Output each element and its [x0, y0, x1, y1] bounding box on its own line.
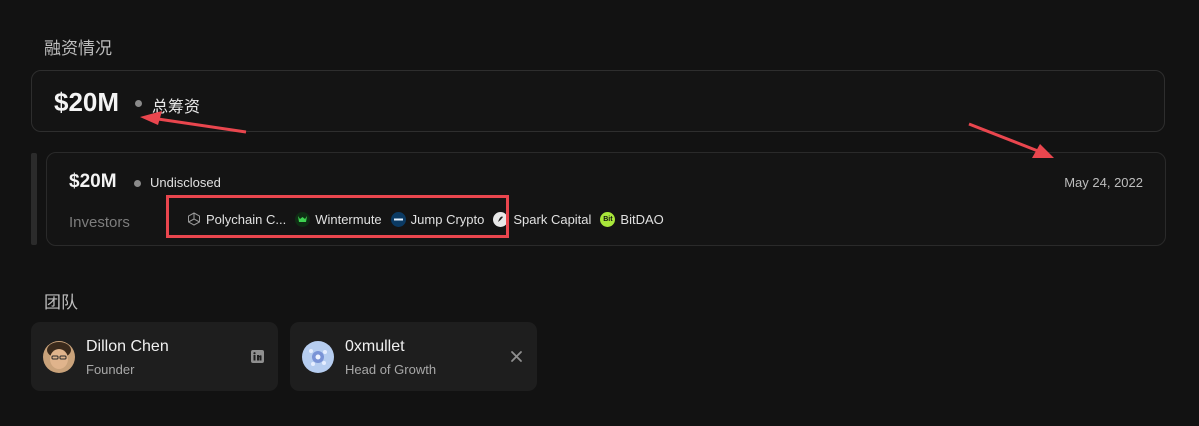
- investor-name: BitDAO: [620, 211, 664, 227]
- investor-polychain[interactable]: Polychain C...: [186, 212, 286, 227]
- spark-capital-icon: [493, 211, 509, 227]
- investor-wintermute[interactable]: Wintermute: [295, 211, 382, 227]
- investors-label: Investors: [69, 214, 130, 231]
- jump-crypto-icon: [390, 211, 406, 227]
- team-member-card[interactable]: Dillon Chen Founder: [31, 322, 278, 391]
- round-amount: $20M: [69, 171, 117, 192]
- polychain-icon: [186, 212, 201, 227]
- funding-round-card[interactable]: $20M Undisclosed May 24, 2022 Investors …: [46, 152, 1166, 246]
- investor-name: Polychain C...: [206, 211, 287, 227]
- bitdao-icon-text: Bit: [603, 215, 613, 223]
- investor-spark-capital[interactable]: Spark Capital: [493, 211, 592, 227]
- investor-bitdao[interactable]: Bit BitDAO: [600, 211, 664, 227]
- member-name: Dillon Chen: [86, 338, 169, 355]
- member-role: Head of Growth: [345, 362, 437, 377]
- round-accent-bar: [31, 153, 37, 245]
- investor-list: Polychain C... Wintermute Jump Crypto Sp…: [186, 209, 667, 229]
- linkedin-icon[interactable]: [251, 350, 264, 363]
- team-member-card[interactable]: 0xmullet Head of Growth: [290, 322, 537, 391]
- bitdao-icon: Bit: [600, 211, 616, 227]
- total-label: 总筹资: [152, 99, 201, 116]
- avatar: [302, 341, 334, 373]
- separator-dot: [135, 100, 142, 107]
- wintermute-icon: [295, 211, 311, 227]
- investor-name: Jump Crypto: [410, 211, 485, 227]
- x-icon[interactable]: [510, 350, 523, 363]
- separator-dot: [134, 180, 141, 187]
- funding-section-title: 融资情况: [44, 39, 112, 58]
- round-type: Undisclosed: [150, 175, 221, 190]
- round-date: May 24, 2022: [1064, 175, 1143, 190]
- total-amount: $20M: [54, 87, 120, 117]
- avatar: [43, 341, 75, 373]
- member-role: Founder: [86, 362, 135, 377]
- investor-name: Spark Capital: [513, 211, 592, 227]
- total-funding-card: $20M 总筹资: [31, 70, 1165, 132]
- investor-name: Wintermute: [315, 211, 382, 227]
- member-name: 0xmullet: [345, 338, 405, 355]
- team-section-title: 团队: [44, 293, 78, 312]
- investor-jump-crypto[interactable]: Jump Crypto: [390, 211, 485, 227]
